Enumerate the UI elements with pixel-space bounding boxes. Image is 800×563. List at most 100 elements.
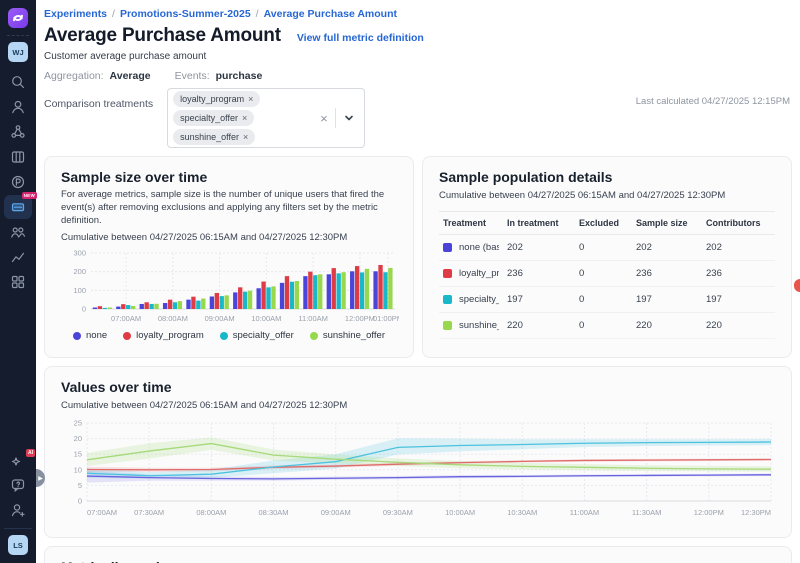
- sample-size-value: 220: [632, 313, 702, 339]
- treatment-color-swatch: [443, 321, 452, 330]
- feedback-tab[interactable]: [794, 279, 800, 292]
- treatment-name: sunshine_offer: [459, 320, 499, 331]
- ai-assistant-icon[interactable]: AI: [4, 448, 32, 472]
- contributors-value: 197: [702, 287, 775, 313]
- treatment-color-swatch: [443, 243, 452, 252]
- treatment-name: specialty_offer: [459, 294, 499, 305]
- breadcrumb-experiment-name[interactable]: Promotions-Summer-2025: [120, 8, 251, 20]
- col-sample-size: Sample size: [632, 212, 702, 235]
- tag-label: sunshine_offer: [180, 132, 239, 142]
- col-in-treatment: In treatment: [503, 212, 575, 235]
- new-badge: NEW: [22, 192, 37, 199]
- svg-text:12:00PM: 12:00PM: [694, 508, 724, 517]
- excluded-value: 0: [575, 287, 632, 313]
- experiments-icon[interactable]: [4, 120, 32, 144]
- cumulative-range: Cumulative between 04/27/2025 06:15AM an…: [61, 232, 397, 243]
- breadcrumb-experiments[interactable]: Experiments: [44, 8, 107, 20]
- feature-gates-icon[interactable]: [4, 145, 32, 169]
- table-header-row: Treatment In treatment Excluded Sample s…: [439, 212, 775, 235]
- metrics-icon[interactable]: NEW: [4, 195, 32, 219]
- statsig-logo[interactable]: [8, 8, 28, 28]
- comparison-treatments-row: Comparison treatments loyalty_program× s…: [44, 88, 792, 148]
- legend-label: loyalty_program: [136, 330, 204, 341]
- main-area: Experiments / Promotions-Summer-2025 / Avera…: [36, 0, 800, 563]
- tag-label: specialty_offer: [180, 113, 238, 123]
- sample-size-value: 202: [632, 235, 702, 261]
- invite-user-icon[interactable]: [4, 498, 32, 522]
- treatment-tag[interactable]: specialty_offer ×: [173, 110, 254, 126]
- values-over-time-card: Values over time Cumulative between 04/2…: [44, 366, 792, 538]
- card-title: Sample population details: [439, 169, 775, 185]
- remove-tag-icon[interactable]: ×: [242, 113, 247, 123]
- svg-text:08:30AM: 08:30AM: [259, 508, 289, 517]
- audiences-icon[interactable]: [4, 220, 32, 244]
- card-title: Sample size over time: [61, 169, 397, 185]
- user-avatar[interactable]: LS: [8, 535, 28, 555]
- in-treatment-value: 202: [503, 235, 575, 261]
- treatment-name: none (baseline): [459, 242, 499, 253]
- view-metric-definition-link[interactable]: View full metric definition: [297, 32, 424, 44]
- breadcrumb: Experiments / Promotions-Summer-2025 / Avera…: [44, 8, 792, 21]
- svg-text:07:30AM: 07:30AM: [134, 508, 164, 517]
- svg-text:12:30PM: 12:30PM: [741, 508, 771, 517]
- contributors-value: 236: [702, 261, 775, 287]
- legend-dot: [310, 332, 318, 340]
- treatment-tag[interactable]: loyalty_program ×: [173, 91, 260, 107]
- comparison-treatments-select[interactable]: loyalty_program × specialty_offer × sunshi…: [167, 88, 365, 148]
- treatment-tag[interactable]: sunshine_offer ×: [173, 129, 255, 145]
- chart-legend: noneloyalty_programspecialty_offersunshi…: [61, 330, 397, 341]
- analytics-icon[interactable]: [4, 245, 32, 269]
- tag-label: loyalty_program: [180, 94, 244, 104]
- svg-text:20: 20: [74, 434, 82, 443]
- pulse-icon[interactable]: [4, 170, 32, 194]
- table-row: none (baseline) 202 0 202 202: [439, 235, 775, 261]
- col-excluded: Excluded: [575, 212, 632, 235]
- table-row: sunshine_offer 220 0 220 220: [439, 313, 775, 339]
- sample-size-value: 236: [632, 261, 702, 287]
- treatment-color-swatch: [443, 295, 452, 304]
- svg-text:11:00AM: 11:00AM: [570, 508, 599, 517]
- treatment-name: loyalty_program: [459, 268, 499, 279]
- workspace-avatar[interactable]: WJ: [8, 42, 28, 62]
- legend-dot: [123, 332, 131, 340]
- legend-item: specialty_offer: [220, 330, 294, 341]
- aggregation-value: Average: [110, 70, 151, 82]
- svg-text:01:00PM: 01:00PM: [373, 314, 399, 323]
- treatment-tags: loyalty_program × specialty_offer × sunshi…: [173, 91, 313, 145]
- apps-grid-icon[interactable]: [4, 270, 32, 294]
- excluded-value: 0: [575, 261, 632, 287]
- sample-size-card: Sample size over time For average metric…: [44, 156, 414, 358]
- remove-tag-icon[interactable]: ×: [243, 132, 248, 142]
- table-row: loyalty_program 236 0 236 236: [439, 261, 775, 287]
- users-icon[interactable]: [4, 95, 32, 119]
- app-root: WJ NEW AI: [0, 0, 800, 563]
- in-treatment-value: 236: [503, 261, 575, 287]
- in-treatment-value: 197: [503, 287, 575, 313]
- search-icon[interactable]: [4, 70, 32, 94]
- contributors-value: 202: [702, 235, 775, 261]
- events-label: Events:: [175, 70, 210, 82]
- chevron-down-icon[interactable]: [336, 113, 362, 123]
- col-contributors: Contributors: [702, 212, 775, 235]
- svg-text:10:00AM: 10:00AM: [251, 314, 281, 323]
- events-value: purchase: [216, 70, 263, 82]
- sample-size-value: 197: [632, 287, 702, 313]
- breadcrumb-metric-name[interactable]: Average Purchase Amount: [264, 8, 397, 20]
- legend-label: none: [86, 330, 107, 341]
- title-row: Average Purchase Amount View full metric…: [44, 25, 792, 49]
- aggregation-label: Aggregation:: [44, 70, 104, 82]
- sidebar-bottom: AI LS: [4, 448, 32, 563]
- breadcrumb-separator: /: [256, 8, 259, 20]
- breadcrumb-separator: /: [112, 8, 115, 20]
- svg-text:300: 300: [73, 249, 86, 258]
- clear-all-icon[interactable]: ×: [313, 112, 335, 125]
- legend-item: loyalty_program: [123, 330, 204, 341]
- logo-glyph: [12, 12, 24, 24]
- cumulative-range: Cumulative between 04/27/2025 06:15AM an…: [61, 400, 775, 411]
- excluded-value: 0: [575, 235, 632, 261]
- card-description: For average metrics, sample size is the …: [61, 189, 397, 227]
- help-chat-icon[interactable]: [4, 473, 32, 497]
- svg-text:11:30AM: 11:30AM: [632, 508, 661, 517]
- remove-tag-icon[interactable]: ×: [248, 94, 253, 104]
- in-treatment-value: 220: [503, 313, 575, 339]
